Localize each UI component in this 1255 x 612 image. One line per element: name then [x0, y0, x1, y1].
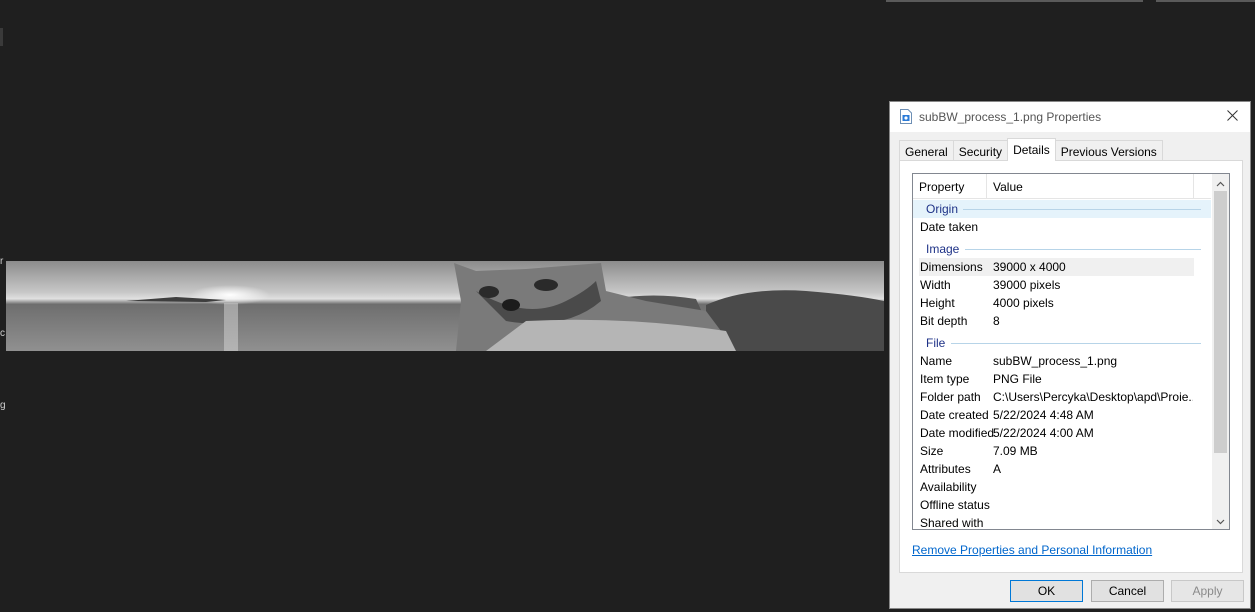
- property-name: Date created: [920, 408, 989, 422]
- list-item[interactable]: Dimensions 39000 x 4000: [913, 258, 1211, 276]
- property-name: Folder path: [920, 390, 981, 404]
- tab-previous-versions[interactable]: Previous Versions: [1054, 140, 1163, 161]
- list-item[interactable]: Bit depth 8: [913, 312, 1211, 330]
- edge-text: r: [0, 257, 4, 267]
- edge-text: c: [0, 329, 5, 339]
- scroll-thumb[interactable]: [1214, 191, 1227, 453]
- group-label: Origin: [926, 202, 959, 216]
- list-item[interactable]: Attributes A: [913, 460, 1211, 478]
- property-name: Bit depth: [920, 314, 968, 328]
- property-name: Height: [920, 296, 955, 310]
- list-item[interactable]: Item type PNG File: [913, 370, 1211, 388]
- png-file-icon: [900, 109, 912, 124]
- column-header-value[interactable]: Value: [987, 174, 1194, 199]
- column-header-property[interactable]: Property: [913, 174, 987, 199]
- property-value: 8: [993, 314, 1000, 328]
- edge-text: g: [0, 401, 5, 411]
- property-list[interactable]: Property Value Origin Date taken Image D…: [912, 173, 1230, 530]
- list-item[interactable]: Shared with: [913, 514, 1211, 530]
- divider: [1156, 0, 1255, 2]
- list-item[interactable]: Folder path C:\Users\Percyka\Desktop\apd…: [913, 388, 1211, 406]
- tab-security[interactable]: Security: [952, 140, 1009, 161]
- scroll-up-button[interactable]: [1212, 174, 1229, 191]
- chevron-up-icon: [1216, 176, 1225, 190]
- list-item[interactable]: Date modified 5/22/2024 4:00 AM: [913, 424, 1211, 442]
- property-name: Width: [920, 278, 951, 292]
- apply-button[interactable]: Apply: [1171, 580, 1244, 602]
- group-divider: [965, 249, 1201, 250]
- close-button[interactable]: [1214, 102, 1250, 132]
- property-value: A: [993, 462, 1002, 476]
- dialog-titlebar: subBW_process_1.png Properties: [890, 102, 1250, 132]
- image-viewer: r c g: [0, 0, 886, 612]
- property-value: 4000 pixels: [993, 296, 1054, 310]
- cancel-button[interactable]: Cancel: [1091, 580, 1164, 602]
- property-name: Dimensions: [920, 260, 983, 274]
- list-item[interactable]: Height 4000 pixels: [913, 294, 1211, 312]
- group-image[interactable]: Image: [913, 240, 1211, 258]
- ok-button[interactable]: OK: [1010, 580, 1083, 602]
- group-label: Image: [926, 242, 960, 256]
- list-header: Property Value: [913, 174, 1211, 199]
- property-value: 39000 pixels: [993, 278, 1061, 292]
- properties-dialog: subBW_process_1.png Properties General S…: [889, 101, 1251, 609]
- group-divider: [963, 209, 1201, 210]
- property-name: Item type: [920, 372, 970, 386]
- property-name: Date modified: [920, 426, 995, 440]
- group-divider: [951, 343, 1201, 344]
- chevron-down-icon: [1216, 514, 1225, 528]
- list-item[interactable]: Offline status: [913, 496, 1211, 514]
- list-item[interactable]: Availability: [913, 478, 1211, 496]
- property-name: Date taken: [920, 220, 979, 234]
- property-name: Offline status: [920, 498, 990, 512]
- property-value: 5/22/2024 4:00 AM: [993, 426, 1094, 440]
- property-name: Size: [920, 444, 944, 458]
- divider: [886, 0, 1143, 2]
- vertical-scrollbar[interactable]: [1212, 174, 1229, 529]
- property-value: 7.09 MB: [993, 444, 1038, 458]
- close-icon: [1226, 110, 1238, 124]
- list-item[interactable]: Width 39000 pixels: [913, 276, 1211, 294]
- list-rows: Origin Date taken Image Dimensions 39000…: [913, 200, 1211, 530]
- dialog-title: subBW_process_1.png Properties: [919, 110, 1102, 124]
- property-name: Shared with: [920, 516, 984, 530]
- group-label: File: [926, 336, 946, 350]
- tab-strip: General Security Details Previous Versio…: [899, 138, 1163, 161]
- property-value: 5/22/2024 4:48 AM: [993, 408, 1094, 422]
- group-file[interactable]: File: [913, 334, 1211, 352]
- scroll-down-button[interactable]: [1212, 512, 1229, 529]
- property-value: 39000 x 4000: [993, 260, 1066, 274]
- property-name: Name: [920, 354, 953, 368]
- list-item[interactable]: Name subBW_process_1.png: [913, 352, 1211, 370]
- property-value: subBW_process_1.png: [993, 354, 1118, 368]
- property-name: Attributes: [920, 462, 971, 476]
- property-name: Availability: [920, 480, 977, 494]
- property-value: C:\Users\Percyka\Desktop\apd\Proie...: [993, 390, 1193, 404]
- list-item[interactable]: Date created 5/22/2024 4:48 AM: [913, 406, 1211, 424]
- list-item[interactable]: Size 7.09 MB: [913, 442, 1211, 460]
- group-origin[interactable]: Origin: [913, 200, 1211, 218]
- tab-general[interactable]: General: [899, 140, 954, 161]
- viewer-edge: [0, 28, 3, 46]
- details-panel: Property Value Origin Date taken Image D…: [899, 160, 1243, 573]
- property-value: PNG File: [993, 372, 1042, 386]
- grayscale-cat-sunset-image: [6, 261, 884, 351]
- list-item[interactable]: Date taken: [913, 218, 1211, 236]
- remove-properties-link[interactable]: Remove Properties and Personal Informati…: [912, 543, 1152, 557]
- tab-details[interactable]: Details: [1007, 138, 1056, 161]
